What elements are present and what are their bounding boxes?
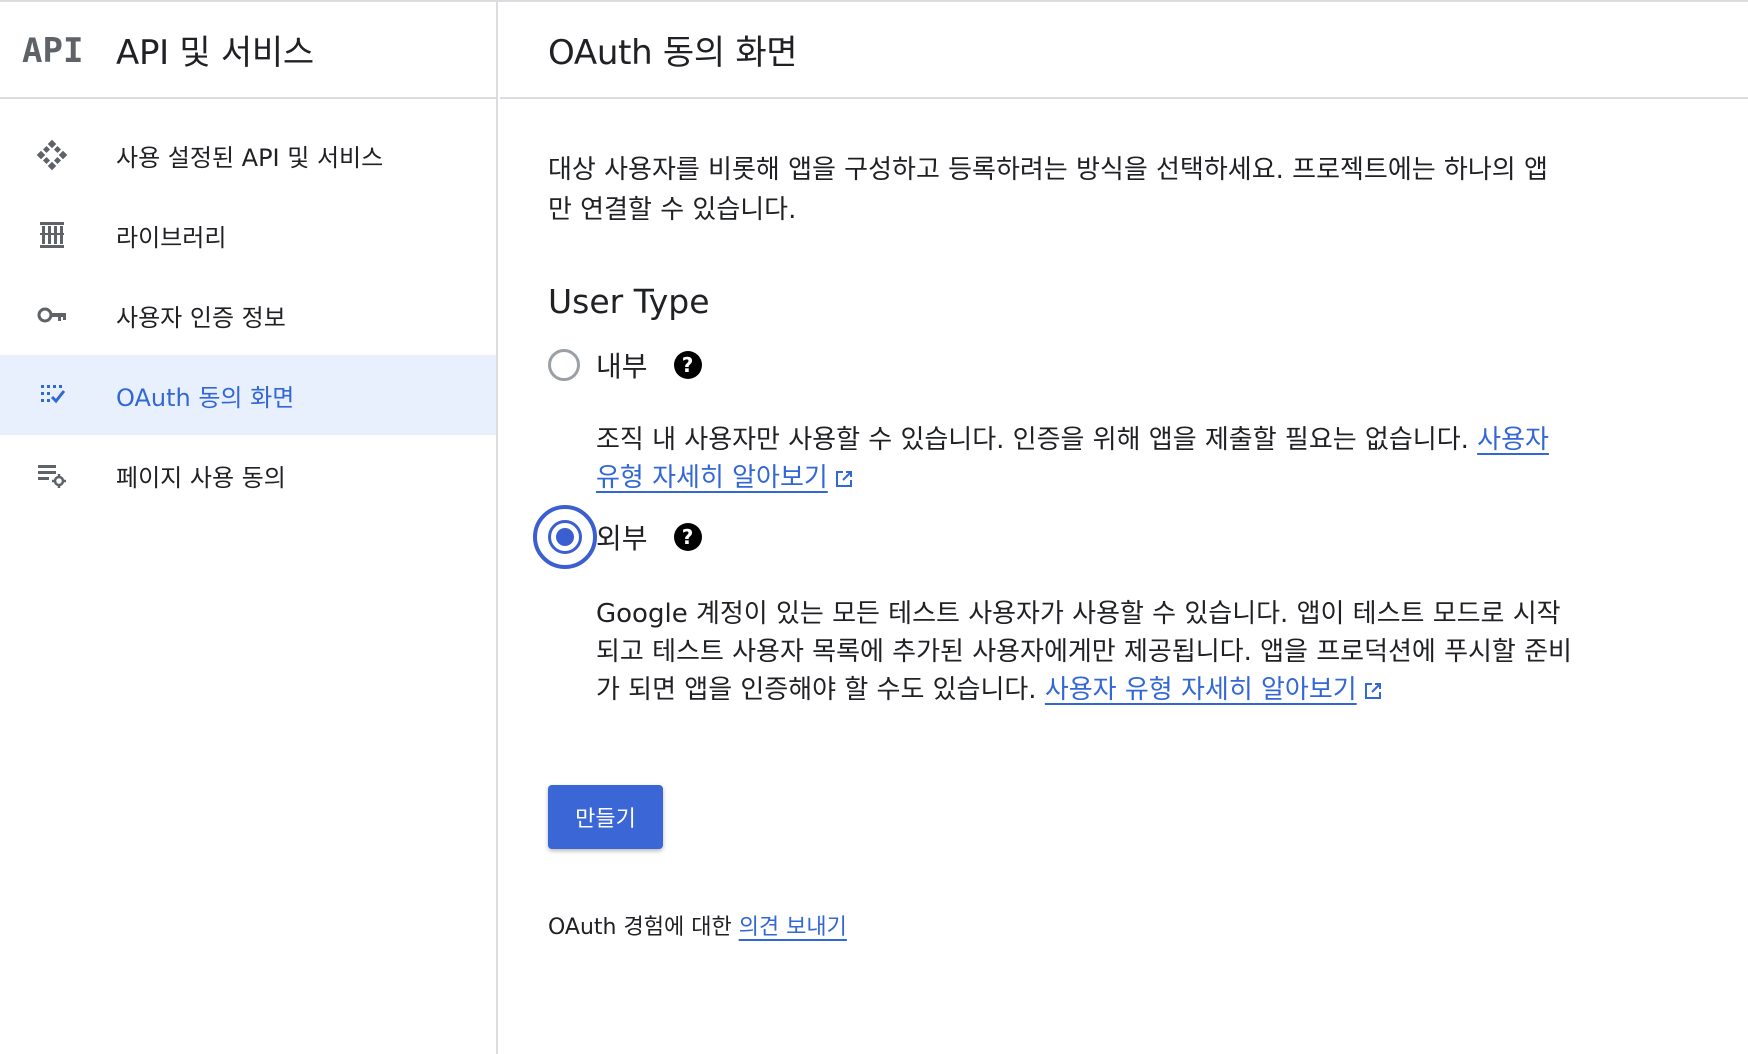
consent-grid-icon (34, 377, 70, 413)
main-header: OAuth 동의 화면 (500, 2, 1748, 99)
sidebar-item-label: 사용 설정된 API 및 서비스 (116, 143, 384, 172)
sidebar-item-enabled-apis[interactable]: 사용 설정된 API 및 서비스 (0, 115, 496, 195)
external-link-icon (1364, 683, 1381, 699)
key-icon (34, 297, 70, 333)
sidebar-item-label: 라이브러리 (116, 223, 227, 252)
feedback-line: OAuth 경험에 대한 의견 보내기 (548, 909, 1580, 941)
diamond-grid-icon (34, 137, 70, 173)
external-radio-label[interactable]: 외부 (596, 517, 648, 557)
sidebar-item-page-usage-agreement[interactable]: 페이지 사용 동의 (0, 435, 496, 515)
page-description: 대상 사용자를 비롯해 앱을 구성하고 등록하려는 방식을 선택하세요. 프로젝… (548, 155, 1548, 225)
external-radio-dot (556, 528, 574, 546)
library-icon (34, 217, 70, 253)
help-icon[interactable]: ? (673, 351, 702, 379)
user-type-option-external: 외부 ? (533, 505, 1580, 569)
internal-radio-label[interactable]: 내부 (596, 345, 648, 385)
internal-description: 조직 내 사용자만 사용할 수 있습니다. 인증을 위해 앱을 제출할 필요는 … (596, 421, 1576, 497)
sidebar: API API 및 서비스 사용 설정된 API 및 서비스 라이브러리 사용자… (0, 2, 498, 1054)
list-settings-icon (34, 457, 70, 493)
api-logo-icon: API (20, 33, 84, 67)
sidebar-item-credentials[interactable]: 사용자 인증 정보 (0, 275, 496, 355)
user-type-heading: User Type (548, 282, 710, 321)
send-feedback-link[interactable]: 의견 보내기 (739, 915, 847, 940)
main-panel: OAuth 동의 화면 대상 사용자를 비롯해 앱을 구성하고 등록하려는 방식… (500, 2, 1748, 1054)
sidebar-item-library[interactable]: 라이브러리 (0, 195, 496, 275)
sidebar-header: API API 및 서비스 (0, 2, 496, 99)
create-button[interactable]: 만들기 (548, 785, 663, 849)
main-content: 대상 사용자를 비롯해 앱을 구성하고 등록하려는 방식을 선택하세요. 프로젝… (500, 150, 1580, 941)
feedback-prefix: OAuth 경험에 대한 (548, 915, 739, 940)
sidebar-item-label: 페이지 사용 동의 (116, 463, 286, 492)
internal-radio[interactable] (548, 349, 580, 381)
help-icon[interactable]: ? (673, 523, 702, 551)
external-description: Google 계정이 있는 모든 테스트 사용자가 사용할 수 있습니다. 앱이… (596, 595, 1576, 709)
sidebar-title: API 및 서비스 (116, 33, 314, 73)
external-learn-more-link[interactable]: 사용자 유형 자세히 알아보기 (1045, 675, 1357, 705)
external-radio-inner (548, 520, 582, 554)
sidebar-nav: 사용 설정된 API 및 서비스 라이브러리 사용자 인증 정보 OAuth 동… (0, 99, 496, 515)
external-link-icon (835, 471, 852, 487)
page-title: OAuth 동의 화면 (548, 33, 798, 73)
sidebar-item-label: OAuth 동의 화면 (116, 383, 295, 412)
sidebar-item-oauth-consent[interactable]: OAuth 동의 화면 (0, 355, 496, 435)
sidebar-item-label: 사용자 인증 정보 (116, 303, 286, 332)
user-type-option-internal: 내부 ? (548, 339, 1580, 391)
api-logo-text: API (22, 34, 82, 66)
app-window: API API 및 서비스 사용 설정된 API 및 서비스 라이브러리 사용자… (0, 0, 1748, 1054)
external-radio[interactable] (533, 505, 597, 569)
internal-description-text: 조직 내 사용자만 사용할 수 있습니다. 인증을 위해 앱을 제출할 필요는 … (596, 425, 1478, 455)
